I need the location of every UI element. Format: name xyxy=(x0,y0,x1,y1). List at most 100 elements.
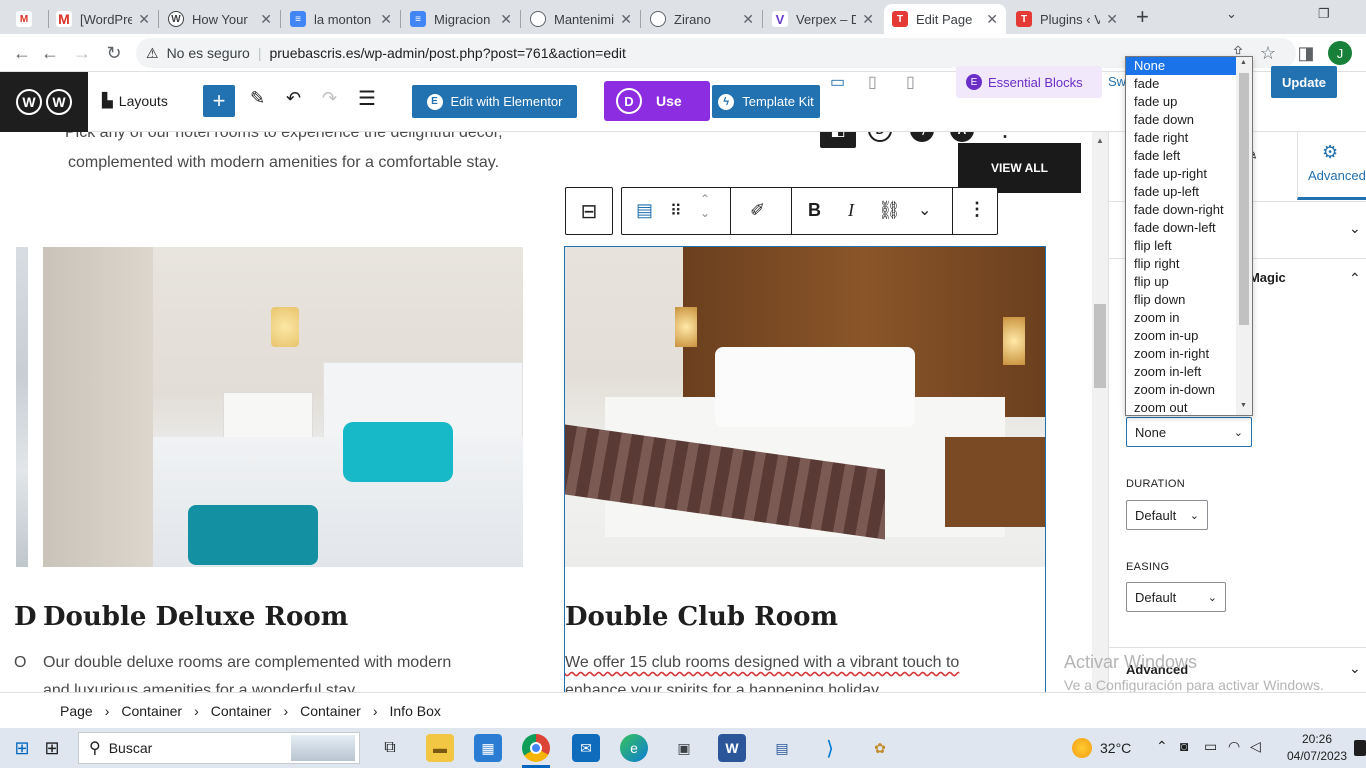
clock-date[interactable]: 04/07/2023 xyxy=(1286,749,1348,763)
profile-avatar[interactable]: J xyxy=(1328,41,1352,65)
tab-search-icon[interactable]: ⌄ xyxy=(1226,6,1237,22)
more-options-icon[interactable]: ⋮ xyxy=(996,132,1014,141)
breadcrumb-page[interactable]: Page xyxy=(60,703,93,719)
dropdown-option[interactable]: fade up xyxy=(1126,93,1237,111)
dropdown-option[interactable]: fade down-left xyxy=(1126,219,1237,237)
divi-use-button[interactable]: D Use xyxy=(604,81,710,121)
breadcrumb-container[interactable]: Container xyxy=(300,703,361,719)
chrome-icon[interactable] xyxy=(522,734,550,762)
temperature[interactable]: 32°C xyxy=(1100,740,1131,756)
tab-7[interactable]: V Verpex – D ✕ xyxy=(764,4,882,34)
mail-icon[interactable]: ✉ xyxy=(572,734,600,762)
back-icon[interactable]: ← xyxy=(38,41,62,65)
dropdown-option[interactable]: zoom in xyxy=(1126,309,1237,327)
redo-icon[interactable]: ↷ xyxy=(322,88,337,109)
dropdown-option[interactable]: fade up-left xyxy=(1126,183,1237,201)
duration-select[interactable]: Default ⌄ xyxy=(1126,500,1208,530)
tab-5[interactable]: Mantenimi ✕ xyxy=(522,4,640,34)
taskbar-search[interactable]: ⚲ Buscar xyxy=(78,732,360,764)
tab-advanced[interactable]: ⚙ Advanced xyxy=(1297,132,1366,200)
chevron-up-icon[interactable]: ⌃ xyxy=(1156,738,1168,755)
dropdown-option[interactable]: fade left xyxy=(1126,147,1237,165)
back-icon[interactable]: ← xyxy=(10,41,34,65)
tab-6[interactable]: Zirano ✕ xyxy=(642,4,762,34)
volume-icon[interactable]: ◁ xyxy=(1250,738,1261,755)
close-icon[interactable]: ✕ xyxy=(742,11,754,28)
store-icon[interactable]: ▦ xyxy=(474,734,502,762)
url-text[interactable]: pruebascris.es/wp-admin/post.php?post=76… xyxy=(269,45,625,61)
room2-desc-line2[interactable]: enhance your spirits for a happening hol… xyxy=(565,682,882,692)
word-icon[interactable]: W xyxy=(718,734,746,762)
scrollbar-thumb[interactable] xyxy=(1094,304,1106,388)
italic-icon[interactable]: I xyxy=(848,200,854,221)
scrollbar-thumb[interactable] xyxy=(1239,73,1249,325)
tab-0[interactable]: M xyxy=(8,4,48,34)
task-view-icon[interactable]: ⧉ xyxy=(376,734,404,762)
close-icon[interactable]: ✕ xyxy=(986,11,998,28)
close-icon[interactable]: ✕ xyxy=(138,11,150,28)
breadcrumb-container[interactable]: Container xyxy=(211,703,272,719)
dropdown-option[interactable]: flip right xyxy=(1126,255,1237,273)
canvas-scrollbar[interactable]: ▲ xyxy=(1092,132,1108,692)
dropdown-option[interactable]: zoom in-right xyxy=(1126,345,1237,363)
dropdown-option[interactable]: flip up xyxy=(1126,273,1237,291)
star-icon[interactable]: ☆ xyxy=(1256,41,1280,65)
animation-dropdown-list[interactable]: None fade fade up fade down fade right fade l… xyxy=(1125,56,1253,416)
tab-2[interactable]: W How Your ✕ xyxy=(160,4,280,34)
bolt-icon[interactable]: ϟ xyxy=(910,132,934,142)
close-icon[interactable]: ✕ xyxy=(1106,11,1118,28)
wordpress-logo[interactable]: W W xyxy=(0,72,88,132)
wifi-icon[interactable]: ◠ xyxy=(1228,738,1240,755)
drag-handle-icon[interactable]: ⠿ xyxy=(670,201,682,221)
edit-with-elementor-button[interactable]: E Edit with Elementor xyxy=(412,85,577,118)
file-explorer-icon[interactable]: ▬ xyxy=(426,734,454,762)
dropdown-option[interactable]: zoom in-up xyxy=(1126,327,1237,345)
network-tool-icon[interactable]: ▣ xyxy=(670,734,698,762)
dropdown-option[interactable]: None xyxy=(1126,57,1237,75)
sidepanel-icon[interactable]: ◨ xyxy=(1294,41,1318,65)
desktop-preview-icon[interactable]: ▭ xyxy=(830,72,845,92)
tab-9[interactable]: T Plugins ‹ V ✕ xyxy=(1008,4,1126,34)
list-view-icon[interactable]: ☰ xyxy=(358,86,376,111)
room2-title[interactable]: Double Club Room xyxy=(565,602,838,632)
dropdown-scrollbar[interactable]: ▲ ▼ xyxy=(1236,57,1252,415)
view-all-button[interactable]: VIEW ALL xyxy=(958,143,1081,193)
essential-blocks-button[interactable]: E Essential Blocks xyxy=(956,66,1102,98)
undo-icon[interactable]: ↶ xyxy=(286,88,301,109)
dropdown-option[interactable]: zoom in-left xyxy=(1126,363,1237,381)
restore-window-icon[interactable]: ❐ xyxy=(1318,6,1330,22)
dropdown-option[interactable]: fade down xyxy=(1126,111,1237,129)
chevron-down-icon[interactable]: ⌄ xyxy=(1349,220,1361,237)
divi-icon[interactable]: D xyxy=(868,132,892,142)
edge-icon[interactable]: e xyxy=(620,734,648,762)
layouts-button[interactable]: ▙ Layouts xyxy=(102,92,168,109)
sidebar-toggle-icon[interactable]: ◧ xyxy=(820,132,856,148)
remote-desktop-icon[interactable]: ▤ xyxy=(768,734,796,762)
info-box-icon[interactable]: ▤ xyxy=(636,200,653,221)
dropdown-option[interactable]: fade down-right xyxy=(1126,201,1237,219)
reload-icon[interactable]: ↻ xyxy=(102,41,126,65)
tray-app-icon[interactable]: ◙ xyxy=(1180,738,1188,754)
style-icon[interactable]: ✐ xyxy=(750,200,765,221)
close-icon[interactable]: ✕ xyxy=(500,11,512,28)
dropdown-option[interactable]: fade right xyxy=(1126,129,1237,147)
chevron-up-icon[interactable]: ⌃ xyxy=(1349,270,1361,287)
dropdown-option[interactable]: flip left xyxy=(1126,237,1237,255)
address-bar[interactable]: ⚠ No es seguro | pruebascris.es/wp-admin… xyxy=(136,38,1296,68)
new-tab-button[interactable]: + xyxy=(1136,4,1149,30)
add-block-button[interactable]: + xyxy=(203,85,235,117)
chevron-down-icon[interactable]: ⌄ xyxy=(918,200,931,220)
bold-icon[interactable]: B xyxy=(808,200,821,221)
dropdown-option[interactable]: zoom out xyxy=(1126,399,1237,415)
template-kit-button[interactable]: ϟ Template Kit xyxy=(712,85,820,118)
dropdown-option[interactable]: zoom in-down xyxy=(1126,381,1237,399)
breadcrumb-container[interactable]: Container xyxy=(121,703,182,719)
vscode-icon[interactable]: ⟩ xyxy=(816,734,844,762)
close-icon[interactable]: ✕ xyxy=(862,11,874,28)
tab-3[interactable]: ≡ la monton ✕ xyxy=(282,4,400,34)
tab-8-active[interactable]: T Edit Page ✕ xyxy=(884,4,1006,34)
notification-icon[interactable] xyxy=(1354,740,1366,756)
more-options-icon[interactable]: ⋮ xyxy=(968,199,986,220)
dropdown-option[interactable]: flip down xyxy=(1126,291,1237,309)
update-button[interactable]: Update xyxy=(1271,66,1337,98)
